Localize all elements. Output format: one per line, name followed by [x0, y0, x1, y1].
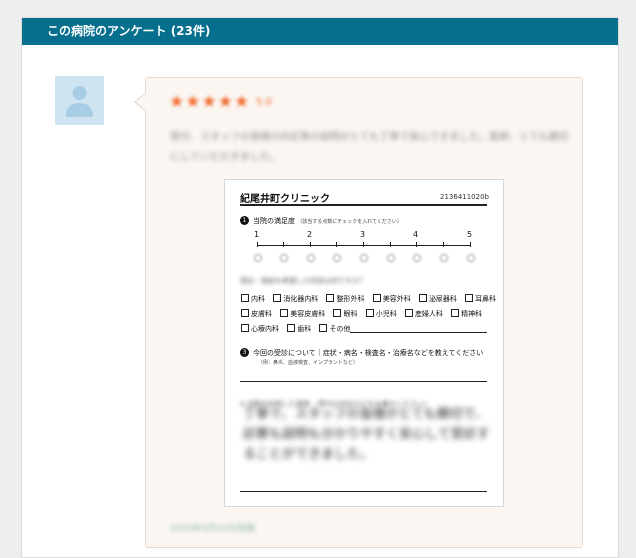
scale-tick [443, 242, 444, 247]
star-icon: ★ [217, 92, 233, 112]
question-number: 3 [240, 348, 249, 357]
checkbox-icon [365, 309, 374, 317]
scale-dot [360, 254, 368, 262]
checkbox-icon [241, 294, 249, 302]
checkbox-icon [326, 294, 335, 302]
scale-tick [470, 242, 471, 247]
department-row: 皮膚科 美容皮膚科 眼科 小児科 産婦人科 精神科 [241, 309, 488, 319]
scale-tick [390, 242, 391, 247]
scale-label: 5 [467, 230, 473, 239]
department-item: 泌尿器科 [418, 294, 457, 303]
question-2-blurred: 受診・相談を希望した科目は何ですか？ [240, 277, 366, 285]
scale-tick [336, 242, 337, 247]
checkbox-icon [372, 294, 381, 302]
checkbox-icon [451, 309, 460, 317]
checkbox-icon [418, 294, 427, 302]
scale-label: 2 [307, 230, 313, 239]
card-pointer-inner [136, 93, 146, 111]
scale-tick [257, 242, 258, 247]
question-number: 1 [240, 216, 249, 225]
department-item: 歯科 [287, 324, 311, 333]
scale-label: 1 [254, 230, 260, 239]
sheet-id: 2136411020b [440, 193, 489, 201]
star-icon: ★ [185, 92, 201, 112]
scale-dot [254, 254, 262, 262]
department-item: 耳鼻科 [465, 294, 496, 303]
department-item: 心療内科 [241, 324, 279, 333]
scale-label: 3 [360, 230, 366, 239]
scale-label: 4 [413, 230, 419, 239]
checkbox-icon [241, 309, 249, 317]
department-item: 美容外科 [372, 294, 411, 303]
scale-dot [440, 254, 448, 262]
checkbox-icon [319, 324, 328, 332]
department-row: 内科 消化器内科 整形外科 美容外科 泌尿器科 耳鼻科 [241, 294, 502, 304]
question-subtitle: （該当する点数にチェックを入れてください） [297, 219, 402, 225]
scale-tick [416, 242, 417, 247]
department-item: 産婦人科 [404, 309, 443, 318]
user-icon [66, 86, 93, 117]
post-date: 2023年4月10日投稿 [170, 524, 256, 534]
checkbox-icon [287, 324, 296, 332]
title-rule [240, 204, 487, 206]
scale-dot [333, 254, 341, 262]
department-item: 内科 [241, 294, 265, 303]
scale-dot [467, 254, 475, 262]
department-item: 消化器内科 [273, 294, 318, 303]
checkbox-icon [273, 294, 282, 302]
scale-tick [363, 242, 364, 247]
scale-dot [413, 254, 421, 262]
checkbox-icon [465, 294, 474, 302]
department-item: 整形外科 [326, 294, 364, 303]
other-answer-line [350, 332, 487, 333]
question-title: 当院の満足度 [253, 217, 295, 225]
checkbox-icon [241, 324, 249, 332]
handwritten-answer: 丁寧で、スタッフの皆様がとても親切で、診察も説明も分かりやすく安心して受診するこ… [243, 407, 490, 462]
department-row: 心療内科 歯科 その他 [241, 324, 356, 334]
panel-header: この病院のアンケート (23件) [22, 18, 618, 45]
review-comment: 受付、スタッフの皆様の対応等の説明がとても丁寧で安心できました。医師、とても親切… [170, 132, 569, 163]
star-icon: ★ [234, 92, 250, 112]
department-item: その他 [319, 324, 350, 333]
department-item: 皮膚科 [241, 309, 272, 318]
question-label: 今回の受診について｜症状・病名・検査名・治療名などを教えてください [253, 349, 484, 357]
question-label: 当院の満足度 （該当する点数にチェックを入れてください） [253, 216, 402, 226]
panel-title: この病院のアンケート (23件) [47, 24, 211, 38]
question-subtitle: （例：鼻炎、血液検査、インプラントなど） [258, 360, 358, 366]
clinic-name: 紀尾井町クリニック [240, 194, 330, 205]
checkbox-icon [280, 309, 289, 317]
department-item: 小児科 [365, 309, 397, 318]
checkbox-icon [404, 309, 413, 317]
rating-stars: ★★★★★ [169, 92, 250, 112]
scale-tick [310, 242, 311, 247]
answer-line [240, 491, 487, 492]
star-icon: ★ [169, 92, 185, 112]
department-item: 眼科 [333, 309, 357, 318]
star-icon: ★ [201, 92, 217, 112]
scale-dot [280, 254, 288, 262]
department-item: 精神科 [451, 309, 482, 318]
scale-dot [387, 254, 395, 262]
avatar [55, 76, 104, 125]
department-item: 美容皮膚科 [280, 309, 325, 318]
scale-dot [307, 254, 315, 262]
satisfaction-scale [257, 245, 471, 246]
scale-tick [283, 242, 284, 247]
checkbox-icon [333, 309, 342, 317]
rating-score: 5.0 [256, 97, 272, 108]
answer-line [240, 381, 487, 382]
